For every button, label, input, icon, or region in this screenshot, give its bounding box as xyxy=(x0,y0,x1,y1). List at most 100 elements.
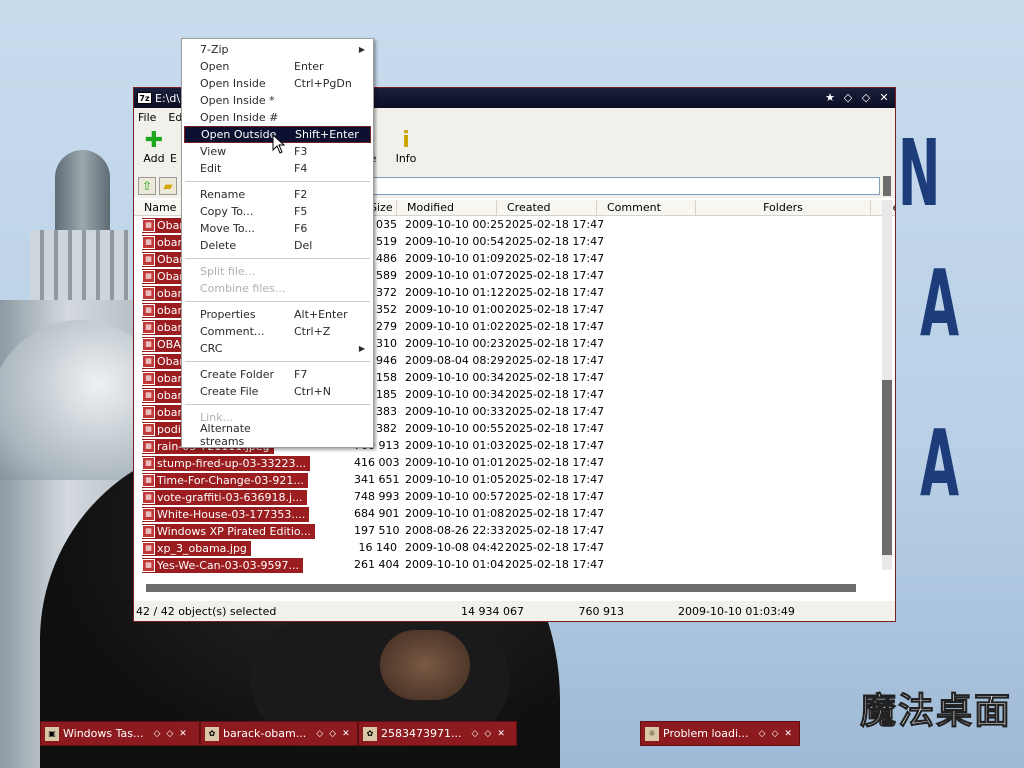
menu-item-label: Open Inside xyxy=(200,77,266,90)
file-created: 2025-02-18 17:47 xyxy=(505,337,605,350)
file-name: xp_3_obama.jpg xyxy=(157,541,247,555)
file-created: 2025-02-18 17:47 xyxy=(505,388,605,401)
selection-count: 42 / 42 object(s) selected xyxy=(136,604,277,618)
horizontal-scrollbar[interactable] xyxy=(146,584,856,592)
file-modified: 2009-10-10 01:12 xyxy=(405,286,505,299)
window-controls-icon[interactable]: ◇◇✕ xyxy=(759,729,798,739)
maximize-icon[interactable]: ◇ xyxy=(859,91,873,105)
file-created: 2025-02-18 17:47 xyxy=(505,252,605,265)
image-file-icon: ▦ xyxy=(142,490,155,504)
menu-item-open-inside[interactable]: Open Inside Ctrl+PgDn xyxy=(182,75,373,92)
file-created: 2025-02-18 17:47 xyxy=(505,524,605,537)
menu-item-split-file: Split file... xyxy=(182,263,373,280)
window-controls-icon[interactable]: ◇◇✕ xyxy=(153,729,192,739)
menu-item-alternate-streams[interactable]: Alternate streams xyxy=(182,422,373,448)
taskbar-item[interactable]: ▣ Windows Tas... ◇◇✕ xyxy=(40,721,200,746)
image-file-icon: ▦ xyxy=(142,473,155,487)
image-file-icon: ▦ xyxy=(142,337,155,351)
column-folders[interactable]: Folders xyxy=(696,200,871,215)
image-file-icon: ▦ xyxy=(142,252,155,266)
column-modified[interactable]: Modified xyxy=(397,200,497,215)
total-size: 14 934 067 xyxy=(461,604,524,618)
window-controls-icon[interactable]: ◇◇✕ xyxy=(471,729,510,739)
menu-item-create-file[interactable]: Create File Ctrl+N xyxy=(182,383,373,400)
file-created: 2025-02-18 17:47 xyxy=(505,541,605,554)
address-scroll[interactable] xyxy=(883,176,891,196)
file-modified: 2009-10-10 00:23 xyxy=(405,337,505,350)
file-created: 2025-02-18 17:47 xyxy=(505,354,605,367)
vertical-scrollbar[interactable] xyxy=(882,200,892,570)
menu-item-delete[interactable]: Delete Del xyxy=(182,237,373,254)
menu-item-label: Copy To... xyxy=(200,205,254,218)
file-name: White-House-03-177353.... xyxy=(157,507,306,521)
image-file-icon: ▦ xyxy=(142,235,155,249)
menu-item-edit[interactable]: Edit F4 xyxy=(182,160,373,177)
table-row[interactable]: ▦ Yes-We-Can-03-03-9597... 261 404 2009-10-… xyxy=(134,556,895,573)
menu-item-shortcut: Alt+Enter xyxy=(294,308,348,321)
menu-item-create-folder[interactable]: Create Folder F7 xyxy=(182,366,373,383)
star-icon[interactable]: ★ xyxy=(823,91,837,105)
taskbar-item[interactable]: ✿ 2583473971... ◇◇✕ xyxy=(358,721,517,746)
minimize-icon[interactable]: ◇ xyxy=(841,91,855,105)
menu-item-shortcut: F5 xyxy=(294,205,308,218)
file-created: 2025-02-18 17:47 xyxy=(505,473,605,486)
window-title: E:\d\ xyxy=(155,91,181,105)
file-name-selected: ▦ vote-graffiti-03-636918.j... xyxy=(142,489,307,505)
wallpaper-letter: N xyxy=(898,120,941,227)
table-row[interactable]: ▦ Windows XP Pirated Editio... 197 510 2008… xyxy=(134,522,895,539)
menu-item-copy-to[interactable]: Copy To... F5 xyxy=(182,203,373,220)
menu-item-open[interactable]: Open Enter xyxy=(182,58,373,75)
file-name: stump-fired-up-03-33223... xyxy=(157,456,306,470)
menu-item-comment[interactable]: Comment... Ctrl+Z xyxy=(182,323,373,340)
menu-item-properties[interactable]: Properties Alt+Enter xyxy=(182,306,373,323)
brand-logo: 魔法桌面 xyxy=(859,690,1012,733)
menu-item-shortcut: F4 xyxy=(294,162,308,175)
file-modified: 2009-10-10 00:55 xyxy=(405,422,505,435)
add-button[interactable]: ✚ Add xyxy=(134,130,174,166)
menu-item-combine-files: Combine files... xyxy=(182,280,373,297)
table-row[interactable]: ▦ xp_3_obama.jpg 16 140 2009-10-08 04:42 202… xyxy=(134,539,895,556)
image-file-icon: ▦ xyxy=(142,439,155,453)
taskbar-item[interactable]: ☼ Problem loadi... ◇◇✕ xyxy=(640,721,800,746)
file-created: 2025-02-18 17:47 xyxy=(505,218,605,231)
info-button[interactable]: i Info xyxy=(386,130,426,166)
extract-label: E xyxy=(170,152,177,165)
file-name: Windows XP Pirated Editio... xyxy=(157,524,311,538)
file-created: 2025-02-18 17:47 xyxy=(505,405,605,418)
table-row[interactable]: ▦ stump-fired-up-03-33223... 416 003 2009-1… xyxy=(134,454,895,471)
file-modified: 2009-10-10 00:33 xyxy=(405,405,505,418)
scroll-thumb[interactable] xyxy=(882,380,892,555)
context-menu: 7-Zip ▶ Open Enter Open Inside Ctrl+PgDn Open … xyxy=(181,38,374,448)
window-controls-icon[interactable]: ◇◇✕ xyxy=(316,729,355,739)
menu-file[interactable]: File xyxy=(138,111,156,124)
menu-separator xyxy=(185,258,370,259)
table-row[interactable]: ▦ White-House-03-177353.... 684 901 2009-10… xyxy=(134,505,895,522)
menu-item-label: Move To... xyxy=(200,222,255,235)
menu-item-label: Edit xyxy=(200,162,222,175)
up-folder-icon[interactable]: ⇧ xyxy=(138,177,156,195)
table-row[interactable]: ▦ Time-For-Change-03-921... 341 651 2009-10… xyxy=(134,471,895,488)
menu-item-label: CRC xyxy=(200,342,223,355)
column-created[interactable]: Created xyxy=(497,200,597,215)
table-row[interactable]: ▦ vote-graffiti-03-636918.j... 748 993 2009… xyxy=(134,488,895,505)
file-created: 2025-02-18 17:47 xyxy=(505,269,605,282)
menu-item-rename[interactable]: Rename F2 xyxy=(182,186,373,203)
menu-item-move-to[interactable]: Move To... F6 xyxy=(182,220,373,237)
image-file-icon: ▦ xyxy=(142,269,155,283)
taskbar-item[interactable]: ✿ barack-obam... ◇◇✕ xyxy=(200,721,358,746)
menu-item-crc[interactable]: CRC ▶ xyxy=(182,340,373,357)
image-file-icon: ▦ xyxy=(142,354,155,368)
column-comment[interactable]: Comment xyxy=(597,200,696,215)
file-modified: 2009-10-10 01:01 xyxy=(405,456,505,469)
folder-icon[interactable]: ▰ xyxy=(159,177,177,195)
image-icon: ✿ xyxy=(363,726,377,741)
file-size: 261 404 xyxy=(354,558,400,571)
file-name-cell: ▦ xp_3_obama.jpg xyxy=(134,540,354,556)
image-file-icon: ▦ xyxy=(142,286,155,300)
menu-item-open-inside[interactable]: Open Inside # xyxy=(182,109,373,126)
menu-item-open-inside[interactable]: Open Inside * xyxy=(182,92,373,109)
close-icon[interactable]: ✕ xyxy=(877,91,891,105)
file-size: 16 140 xyxy=(358,541,398,554)
file-name: Time-For-Change-03-921... xyxy=(157,473,304,487)
menu-item-7-zip[interactable]: 7-Zip ▶ xyxy=(182,41,373,58)
